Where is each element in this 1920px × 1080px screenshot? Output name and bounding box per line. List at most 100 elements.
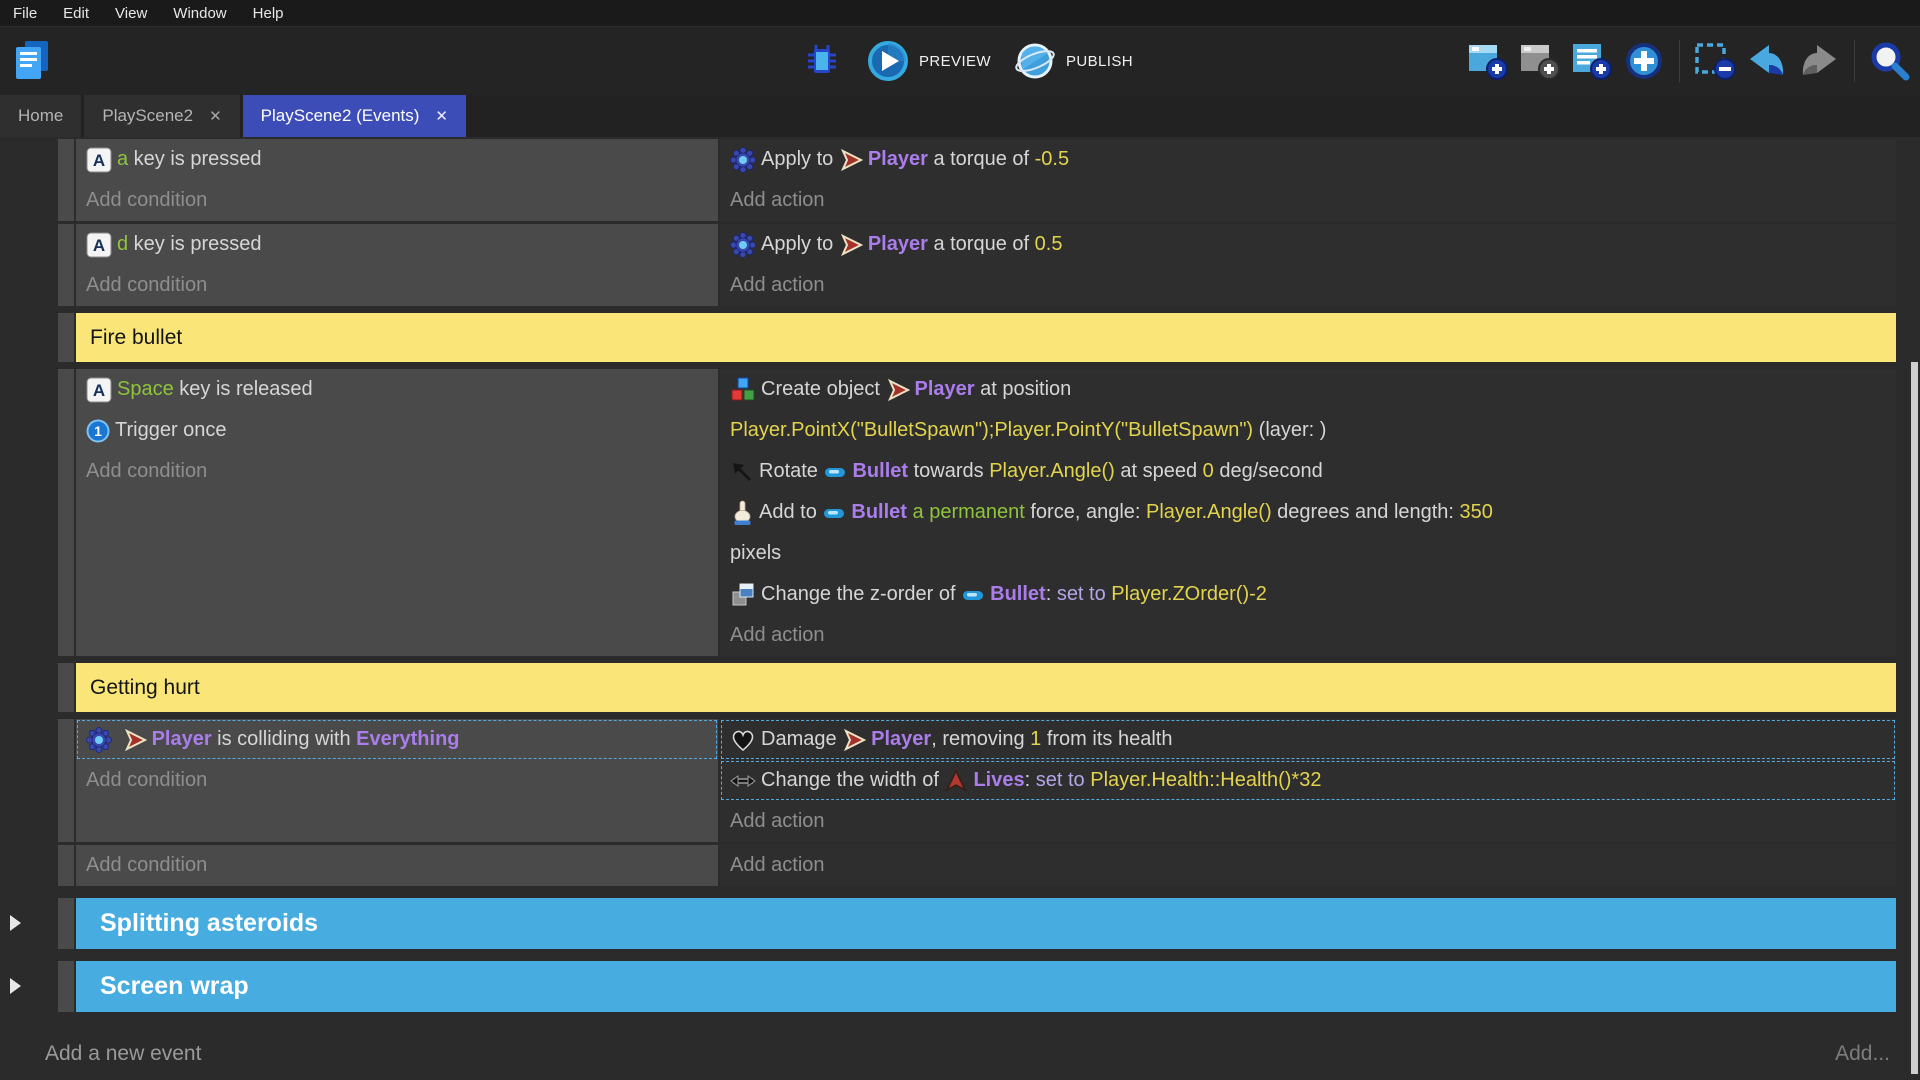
condition-line[interactable]: ASpace key is released — [76, 369, 718, 410]
keyboard-icon: A — [86, 377, 112, 403]
event-row: Ad key is pressedAdd conditionApply to P… — [58, 224, 1896, 306]
event-handle[interactable] — [58, 369, 74, 656]
add-comment-button[interactable] — [1570, 39, 1614, 83]
condition-line[interactable]: 1Trigger once — [76, 410, 718, 451]
action-line[interactable]: Player.PointX("BulletSpawn");Player.Poin… — [720, 410, 1896, 451]
event-text: pixels — [730, 542, 781, 565]
action-line[interactable]: Apply to Player a torque of -0.5 — [720, 139, 1896, 180]
tab-home[interactable]: Home — [0, 95, 81, 137]
tab-playscene2-events[interactable]: PlayScene2 (Events)✕ — [243, 95, 466, 137]
add-condition-button[interactable]: Add condition — [76, 845, 718, 886]
preview-button[interactable]: PREVIEW — [866, 39, 991, 83]
action-line[interactable]: Rotate Bullet towards Player.Angle() at … — [720, 451, 1896, 492]
menu-view[interactable]: View — [102, 0, 160, 26]
event-text: 0.5 — [1035, 233, 1063, 256]
event-text: is colliding with — [212, 728, 357, 751]
add-condition-button[interactable]: Add condition — [76, 180, 718, 221]
physics-icon — [730, 232, 756, 258]
add-label: Add action — [730, 810, 825, 833]
project-manager-button[interactable] — [10, 39, 54, 83]
expand-arrow-icon[interactable] — [10, 978, 21, 994]
event-handle[interactable] — [58, 961, 74, 1012]
comment-text[interactable]: Getting hurt — [76, 663, 1896, 712]
action-line[interactable]: pixels — [720, 533, 1896, 574]
add-subevent-button[interactable] — [1518, 39, 1562, 83]
add-action-button[interactable]: Add action — [720, 845, 1896, 886]
action-line[interactable]: Change the width of Lives: set to Player… — [720, 760, 1896, 801]
event-handle[interactable] — [58, 845, 74, 886]
event-text: : — [1046, 583, 1057, 606]
group-title[interactable]: Screen wrap — [76, 961, 1896, 1012]
conditions-cell: Add condition — [76, 845, 718, 886]
menu-file[interactable]: File — [0, 0, 50, 26]
event-handle[interactable] — [58, 719, 74, 842]
menu-help[interactable]: Help — [240, 0, 297, 26]
menu-window[interactable]: Window — [160, 0, 239, 26]
player-icon — [123, 728, 147, 752]
conditions-cell: Aa key is pressed Add condition — [76, 139, 718, 221]
menu-edit[interactable]: Edit — [50, 0, 102, 26]
object-name: Player — [152, 728, 212, 751]
tab-playscene2[interactable]: PlayScene2✕ — [84, 95, 239, 137]
actions-cell: Apply to Player a torque of -0.5Add acti… — [720, 139, 1896, 221]
condition-line[interactable]: Aa key is pressed — [76, 139, 718, 180]
keyboard-icon: A — [86, 147, 112, 173]
comment-text[interactable]: Fire bullet — [76, 313, 1896, 362]
vertical-scrollbar[interactable] — [1911, 362, 1918, 1074]
add-button[interactable]: Add... — [1835, 1042, 1890, 1066]
add-condition-button[interactable]: Add condition — [76, 760, 718, 801]
add-event-button[interactable] — [1466, 39, 1510, 83]
expand-arrow-icon[interactable] — [10, 915, 21, 931]
player-icon — [842, 728, 866, 752]
add-circle-button[interactable] — [1622, 39, 1666, 83]
group-title[interactable]: Splitting asteroids — [76, 898, 1896, 949]
action-line[interactable]: Change the z-order of Bullet: set to Pla… — [720, 574, 1896, 615]
preview-label: PREVIEW — [919, 53, 991, 70]
add-action-button[interactable]: Add action — [720, 180, 1896, 221]
publish-button[interactable]: PUBLISH — [1013, 39, 1133, 83]
add-action-button[interactable]: Add action — [720, 265, 1896, 306]
add-action-button[interactable]: Add action — [720, 801, 1896, 842]
event-text: Trigger once — [115, 419, 227, 442]
player-icon — [839, 233, 863, 257]
undo-button[interactable] — [1745, 39, 1789, 83]
event-handle[interactable] — [58, 139, 74, 221]
action-line[interactable]: Add to Bullet a permanent force, angle: … — [720, 492, 1896, 533]
comment-row: Getting hurt — [58, 663, 1896, 712]
search-button[interactable] — [1868, 39, 1912, 83]
player-icon — [886, 378, 910, 402]
add-label: Add action — [730, 624, 825, 647]
event-text: deg/second — [1214, 460, 1323, 483]
event-handle[interactable] — [58, 224, 74, 306]
add-new-event-button[interactable]: Add a new event — [45, 1042, 201, 1066]
add-condition-button[interactable]: Add condition — [76, 451, 718, 492]
event-handle[interactable] — [58, 663, 74, 712]
conditions-cell: Player is colliding with EverythingAdd c… — [76, 719, 718, 842]
close-icon[interactable]: ✕ — [435, 107, 448, 125]
condition-line[interactable]: Ad key is pressed — [76, 224, 718, 265]
object-name: Player — [915, 378, 975, 401]
delete-selection-button[interactable] — [1693, 39, 1737, 83]
action-line[interactable]: Apply to Player a torque of 0.5 — [720, 224, 1896, 265]
add-label: Add action — [730, 274, 825, 297]
add-label: Add condition — [86, 189, 207, 212]
event-text: Space — [117, 378, 174, 401]
event-text: Player.PointX("BulletSpawn");Player.Poin… — [730, 419, 1253, 442]
close-icon[interactable]: ✕ — [209, 107, 222, 125]
condition-line[interactable]: Player is colliding with Everything — [76, 719, 718, 760]
heart-icon — [730, 728, 756, 752]
debugger-button[interactable] — [800, 39, 844, 83]
event-handle[interactable] — [58, 898, 74, 949]
object-name: Player — [868, 148, 928, 171]
event-handle[interactable] — [58, 313, 74, 362]
redo-button[interactable] — [1797, 39, 1841, 83]
action-line[interactable]: Create object Player at position — [720, 369, 1896, 410]
add-condition-button[interactable]: Add condition — [76, 265, 718, 306]
add-action-button[interactable]: Add action — [720, 615, 1896, 656]
action-line[interactable]: Damage Player, removing 1 from its healt… — [720, 719, 1896, 760]
event-text: Player.Angle() — [1146, 501, 1272, 524]
physics-icon — [730, 147, 756, 173]
physics-icon — [86, 727, 112, 753]
rotate-icon — [730, 460, 754, 484]
event-text: a permanent — [913, 501, 1025, 524]
